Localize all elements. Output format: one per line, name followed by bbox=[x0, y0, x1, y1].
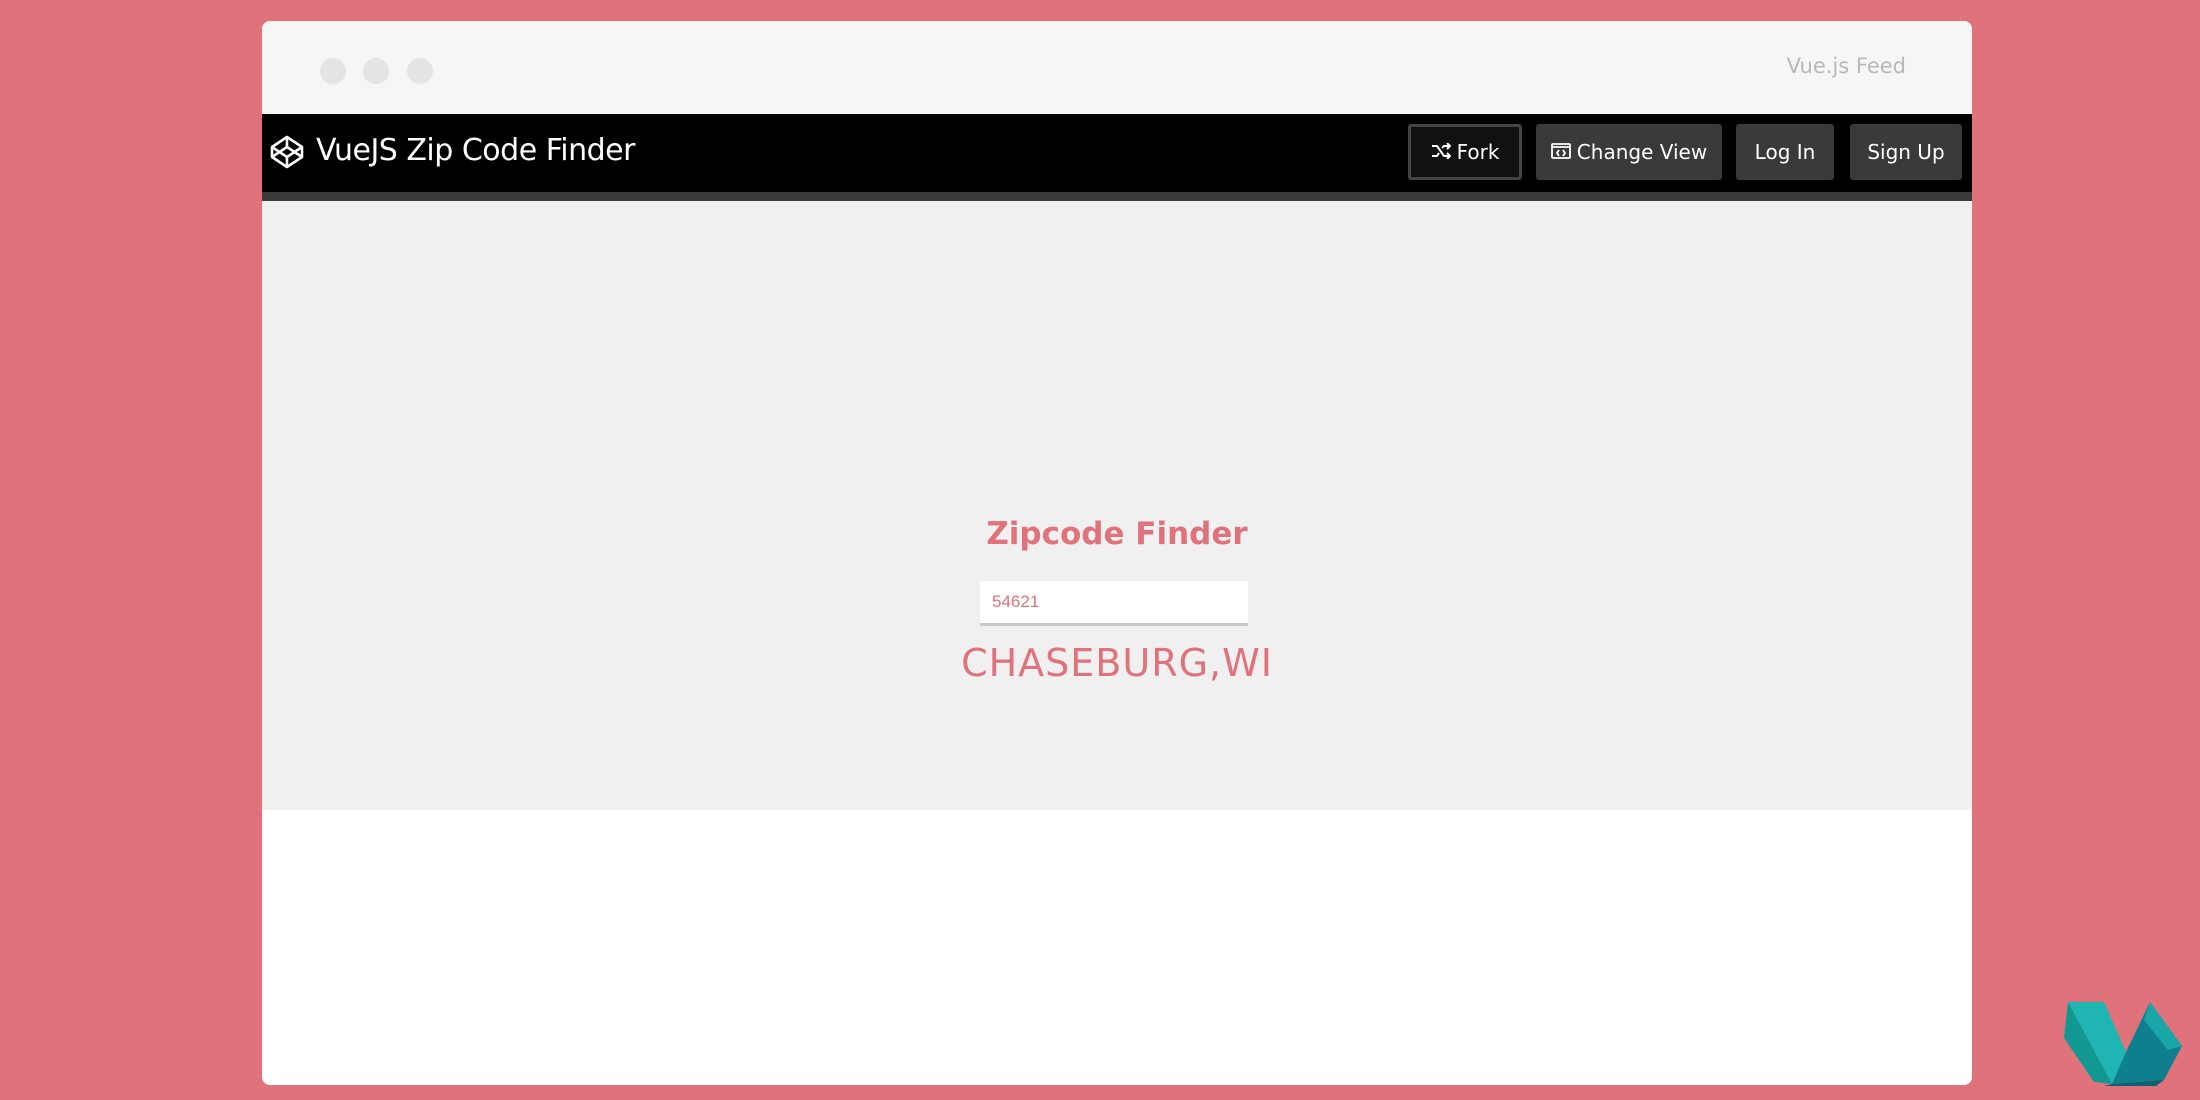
change-view-label: Change View bbox=[1576, 140, 1708, 164]
browser-window: Vue.js Feed VueJS Zip Code Finder Fork C… bbox=[262, 21, 1972, 1085]
fork-label: Fork bbox=[1456, 140, 1500, 164]
signup-label: Sign Up bbox=[1867, 140, 1945, 164]
login-button[interactable]: Log In bbox=[1736, 124, 1834, 180]
pen-preview: Zipcode Finder CHASEBURG,WI bbox=[262, 201, 1972, 810]
signup-button[interactable]: Sign Up bbox=[1850, 124, 1962, 180]
codepen-logo-icon[interactable] bbox=[269, 134, 305, 170]
codepen-navbar: VueJS Zip Code Finder Fork Change View L… bbox=[262, 114, 1972, 201]
zipcode-input[interactable] bbox=[980, 581, 1248, 626]
change-view-icon bbox=[1550, 124, 1571, 180]
fork-icon bbox=[1431, 127, 1451, 177]
window-minimize-dot[interactable] bbox=[363, 58, 389, 84]
change-view-button[interactable]: Change View bbox=[1536, 124, 1722, 180]
feed-title: Vue.js Feed bbox=[1786, 54, 1906, 78]
window-titlebar: Vue.js Feed bbox=[262, 21, 1972, 114]
pen-title: VueJS Zip Code Finder bbox=[316, 133, 635, 168]
window-maximize-dot[interactable] bbox=[407, 58, 433, 84]
login-label: Log In bbox=[1754, 140, 1816, 164]
window-close-dot[interactable] bbox=[320, 58, 346, 84]
fork-button[interactable]: Fork bbox=[1408, 124, 1522, 180]
vue-feed-logo-icon bbox=[2064, 1000, 2184, 1086]
app-title: Zipcode Finder bbox=[986, 516, 1248, 552]
city-state-result: CHASEBURG,WI bbox=[961, 641, 1273, 685]
